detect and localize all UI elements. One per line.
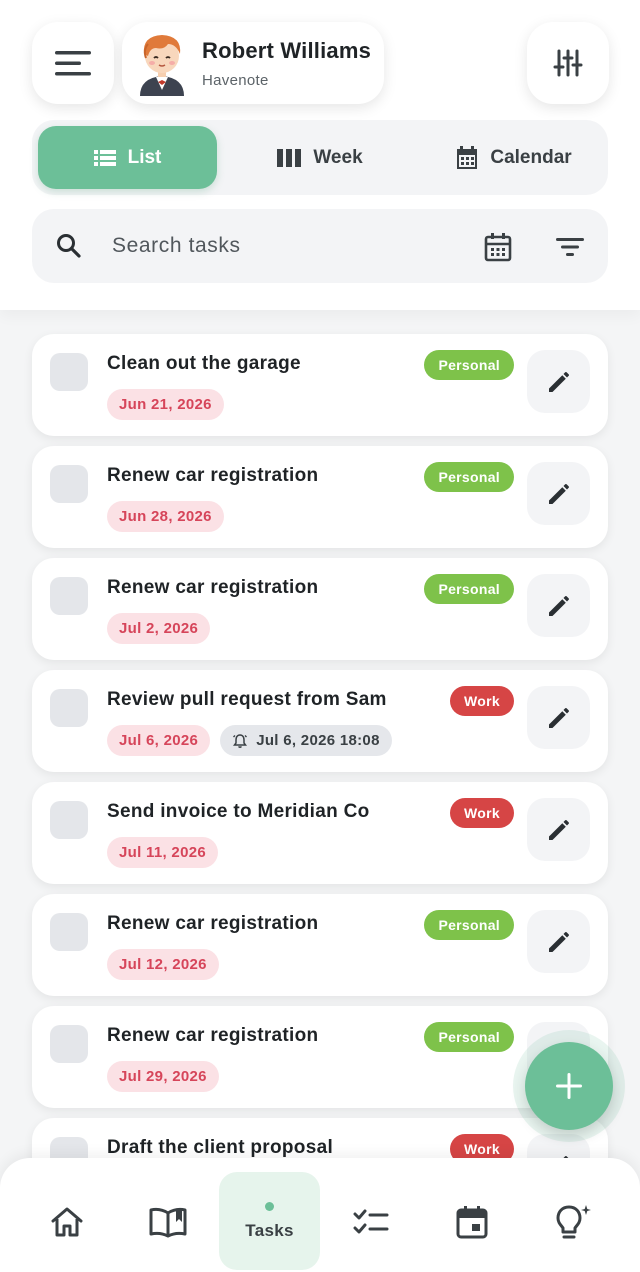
- menu-button[interactable]: [32, 22, 114, 104]
- sort-filter-button[interactable]: [550, 227, 590, 267]
- pencil-icon: [548, 707, 569, 728]
- task-checkbox[interactable]: [50, 1025, 88, 1063]
- profile-card[interactable]: Robert Williams Havenote: [122, 22, 384, 104]
- calendar-icon: [457, 145, 478, 169]
- hamburger-menu-icon: [55, 51, 91, 76]
- search-icon: [57, 234, 81, 258]
- task-checkbox[interactable]: [50, 913, 88, 951]
- bottom-navigation: Tasks: [0, 1158, 640, 1272]
- add-task-button[interactable]: [525, 1042, 613, 1130]
- alarm-bell-icon: [233, 733, 248, 748]
- tab-week[interactable]: Week: [232, 126, 408, 189]
- reminder-chip: Jul 6, 2026 18:08: [220, 725, 392, 756]
- task-card[interactable]: Renew car registration Jul 2, 2026 Perso…: [32, 558, 608, 660]
- view-switcher: List Week Calendar: [32, 120, 608, 195]
- nav-tasks-label: Tasks: [245, 1220, 294, 1240]
- due-date-chip: Jun 21, 2026: [107, 389, 224, 420]
- tab-week-label: Week: [313, 146, 363, 168]
- task-card[interactable]: Send invoice to Meridian Co Jul 11, 2026…: [32, 782, 608, 884]
- pencil-icon: [548, 483, 569, 504]
- due-date-chip: Jun 28, 2026: [107, 501, 224, 532]
- task-checkbox[interactable]: [50, 801, 88, 839]
- nav-tasks[interactable]: Tasks: [219, 1172, 320, 1270]
- active-dot-indicator: [265, 1201, 274, 1211]
- calendar-day-icon: [456, 1206, 488, 1239]
- task-card[interactable]: Renew car registration Jul 12, 2026 Pers…: [32, 894, 608, 996]
- pencil-icon: [548, 819, 569, 840]
- edit-task-button[interactable]: [527, 686, 590, 749]
- nav-notes[interactable]: [118, 1172, 218, 1272]
- tab-calendar-label: Calendar: [490, 146, 572, 168]
- due-date-chip: Jul 6, 2026: [107, 725, 211, 756]
- calendar-outline-icon: [484, 233, 512, 262]
- category-tag: Work: [450, 798, 514, 828]
- task-title: Renew car registration: [107, 913, 319, 934]
- category-tag: Work: [450, 686, 514, 716]
- tune-settings-button[interactable]: [527, 22, 609, 104]
- task-card[interactable]: Clean out the garage Jun 21, 2026 Person…: [32, 334, 608, 436]
- task-card[interactable]: Review pull request from Sam Jul 6, 2026…: [32, 670, 608, 772]
- checklist-icon: [353, 1209, 389, 1234]
- pencil-icon: [548, 595, 569, 616]
- tune-sliders-icon: [553, 49, 583, 77]
- user-name: Robert Williams: [202, 37, 372, 63]
- category-tag: Personal: [424, 1022, 514, 1052]
- task-card[interactable]: Renew car registration Jun 28, 2026 Pers…: [32, 446, 608, 548]
- category-tag: Personal: [424, 462, 514, 492]
- edit-task-button[interactable]: [527, 350, 590, 413]
- task-checkbox[interactable]: [50, 689, 88, 727]
- task-title: Send invoice to Meridian Co: [107, 801, 370, 822]
- date-filter-button[interactable]: [478, 227, 518, 267]
- top-bar: Robert Williams Havenote: [0, 22, 640, 104]
- nav-calendar[interactable]: [422, 1172, 522, 1272]
- edit-task-button[interactable]: [527, 798, 590, 861]
- pencil-icon: [548, 931, 569, 952]
- task-checkbox[interactable]: [50, 465, 88, 503]
- task-card[interactable]: Renew car registration Jul 29, 2026 Pers…: [32, 1006, 608, 1108]
- filter-lines-icon: [556, 238, 584, 256]
- search-input[interactable]: [112, 226, 452, 266]
- task-title: Renew car registration: [107, 1025, 319, 1046]
- edit-task-button[interactable]: [527, 462, 590, 525]
- task-title: Draft the client proposal: [107, 1137, 334, 1158]
- due-date-chip: Jul 29, 2026: [107, 1061, 219, 1092]
- lightbulb-sparkle-icon: [556, 1205, 591, 1239]
- due-date-chip: Jul 12, 2026: [107, 949, 219, 980]
- nav-home[interactable]: [17, 1172, 117, 1272]
- tab-list-label: List: [127, 146, 162, 168]
- task-title: Renew car registration: [107, 465, 319, 486]
- tab-calendar[interactable]: Calendar: [424, 126, 604, 189]
- category-tag: Personal: [424, 350, 514, 380]
- reminder-time: Jul 6, 2026 18:08: [256, 732, 380, 749]
- nav-ideas[interactable]: [523, 1172, 623, 1272]
- book-icon: [149, 1207, 187, 1238]
- avatar: [140, 35, 184, 96]
- due-date-chip: Jul 2, 2026: [107, 613, 211, 644]
- task-title: Review pull request from Sam: [107, 689, 387, 710]
- edit-task-button[interactable]: [527, 910, 590, 973]
- list-icon: [93, 149, 116, 166]
- plus-icon: [556, 1073, 582, 1099]
- task-title: Clean out the garage: [107, 353, 301, 374]
- task-title: Renew car registration: [107, 577, 319, 598]
- due-date-chip: Jul 11, 2026: [107, 837, 219, 868]
- task-checkbox[interactable]: [50, 353, 88, 391]
- edit-task-button[interactable]: [527, 574, 590, 637]
- tab-list[interactable]: List: [38, 126, 217, 189]
- app-name: Havenote: [202, 71, 269, 89]
- task-checkbox[interactable]: [50, 577, 88, 615]
- category-tag: Personal: [424, 910, 514, 940]
- nav-checklist[interactable]: [321, 1172, 421, 1272]
- home-icon: [51, 1207, 83, 1237]
- pencil-icon: [548, 371, 569, 392]
- columns-icon: [277, 148, 302, 167]
- category-tag: Personal: [424, 574, 514, 604]
- search-bar: [32, 209, 608, 283]
